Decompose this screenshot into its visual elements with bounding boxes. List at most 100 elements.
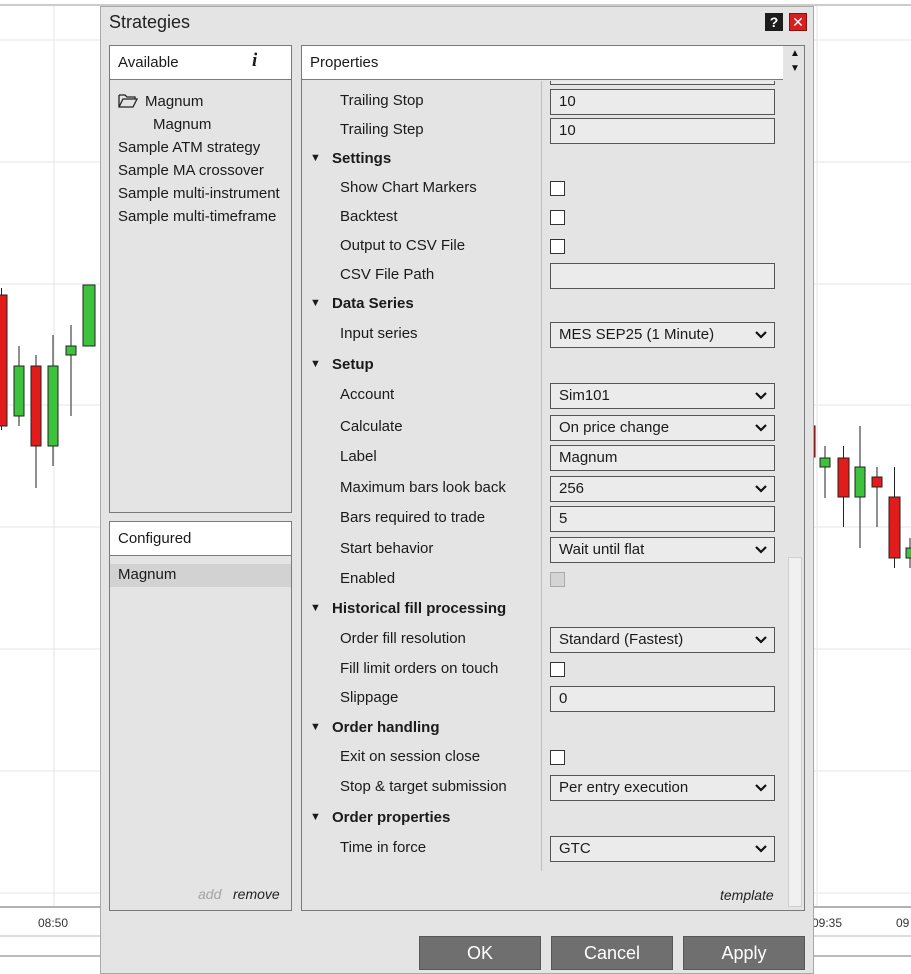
template-link[interactable]: template — [720, 887, 774, 903]
expand-arrow-icon[interactable]: ▼ — [310, 602, 321, 614]
chevron-down-icon[interactable] — [754, 539, 768, 561]
properties-scrollbar-thumb[interactable] — [788, 557, 802, 907]
category-label: Data Series — [332, 295, 414, 312]
property-label: Exit on session close — [340, 748, 481, 765]
property-label: Backtest — [340, 208, 398, 225]
property-checkbox[interactable] — [550, 210, 565, 225]
property-label: Maximum bars look back — [340, 479, 506, 496]
property-checkbox[interactable] — [550, 662, 565, 677]
property-text-input[interactable]: Magnum — [550, 445, 775, 471]
property-dropdown[interactable]: On price change — [550, 415, 775, 441]
property-checkbox[interactable] — [550, 750, 565, 765]
property-label: Enabled — [340, 570, 396, 587]
close-icon[interactable]: ✕ — [789, 13, 807, 31]
available-item-sample-multi-instrument[interactable]: Sample multi-instrument — [118, 185, 280, 202]
property-label: Time in force — [340, 839, 427, 856]
property-grid: Trailing Stop 10 Trailing Step 10 ▼ Settings S… — [302, 81, 783, 871]
help-icon[interactable]: ? — [765, 13, 783, 31]
category-row[interactable]: ▼ Data Series — [302, 290, 783, 320]
property-label: Trailing Stop — [340, 92, 424, 109]
available-header-label: Available — [118, 54, 179, 71]
configured-header: Configured — [110, 522, 291, 556]
property-checkbox[interactable] — [550, 239, 565, 254]
category-label: Order properties — [332, 809, 451, 826]
property-value: 10 — [559, 122, 576, 139]
scroll-down-icon[interactable]: ▼ — [785, 61, 805, 76]
property-text-input[interactable] — [550, 263, 775, 289]
property-text-input[interactable]: 10 — [550, 118, 775, 144]
property-row: Show Chart Markers — [302, 174, 783, 204]
property-row: Exit on session close — [302, 743, 783, 773]
chevron-down-icon[interactable] — [754, 324, 768, 346]
info-icon[interactable]: i — [252, 50, 257, 72]
expand-arrow-icon[interactable]: ▼ — [310, 811, 321, 823]
property-dropdown[interactable]: Standard (Fastest) — [550, 627, 775, 653]
folder-icon[interactable] — [118, 93, 138, 109]
available-item-magnum[interactable]: Magnum — [153, 116, 211, 133]
apply-button[interactable]: Apply — [683, 936, 805, 970]
remove-link[interactable]: remove — [233, 886, 280, 902]
property-value: MES SEP25 (1 Minute) — [559, 326, 715, 343]
property-dropdown[interactable]: MES SEP25 (1 Minute) — [550, 322, 775, 348]
property-row: Start behavior Wait until flat — [302, 535, 783, 565]
property-dropdown[interactable]: GTC — [550, 836, 775, 862]
chevron-down-icon[interactable] — [754, 629, 768, 651]
scroll-up-icon[interactable]: ▲ — [785, 46, 805, 61]
property-field-cutoff[interactable] — [550, 81, 775, 85]
property-row: Time in force GTC — [302, 834, 783, 864]
ok-button[interactable]: OK — [419, 936, 541, 970]
property-value: Standard (Fastest) — [559, 631, 684, 648]
property-dropdown[interactable]: 256 — [550, 476, 775, 502]
available-panel: Available i Magnum Magnum Sample ATM str… — [109, 45, 292, 513]
category-row[interactable]: ▼ Historical fill processing — [302, 595, 783, 625]
chevron-down-icon[interactable] — [754, 777, 768, 799]
category-row[interactable]: ▼ Order handling — [302, 714, 783, 744]
available-item-sample-ma[interactable]: Sample MA crossover — [118, 162, 264, 179]
expand-arrow-icon[interactable]: ▼ — [310, 358, 321, 370]
property-row: Bars required to trade 5 — [302, 504, 783, 534]
time-label-0850: 08:50 — [38, 916, 69, 930]
property-row: CSV File Path — [302, 261, 783, 291]
property-text-input[interactable]: 5 — [550, 506, 775, 532]
property-value: Wait until flat — [559, 541, 645, 558]
configured-item-label: Magnum — [118, 566, 177, 583]
property-dropdown[interactable]: Per entry execution — [550, 775, 775, 801]
chevron-down-icon[interactable] — [754, 385, 768, 407]
property-label: Slippage — [340, 689, 399, 706]
configured-item-magnum[interactable]: Magnum — [110, 564, 291, 587]
property-row: Trailing Step 10 — [302, 116, 783, 146]
properties-scroll-arrows[interactable]: ▲ ▼ — [785, 46, 805, 80]
available-item-sample-multi-timeframe[interactable]: Sample multi-timeframe — [118, 208, 276, 225]
property-row: Trailing Stop 10 — [302, 87, 783, 117]
category-row[interactable]: ▼ Order properties — [302, 804, 783, 834]
property-value: Magnum — [559, 449, 618, 466]
category-row[interactable]: ▼ Settings — [302, 145, 783, 175]
add-link[interactable]: add — [198, 886, 221, 902]
expand-arrow-icon[interactable]: ▼ — [310, 721, 321, 733]
property-label: Output to CSV File — [340, 237, 466, 254]
property-label: Trailing Step — [340, 121, 424, 138]
available-header: Available i — [110, 46, 291, 80]
expand-arrow-icon[interactable]: ▼ — [310, 297, 321, 309]
property-text-input[interactable]: 10 — [550, 89, 775, 115]
property-checkbox[interactable] — [550, 181, 565, 196]
chevron-down-icon[interactable] — [754, 478, 768, 500]
properties-scrollbar[interactable] — [787, 81, 803, 907]
property-label: CSV File Path — [340, 266, 435, 283]
chevron-down-icon[interactable] — [754, 838, 768, 860]
property-dropdown[interactable]: Sim101 — [550, 383, 775, 409]
available-folder-magnum[interactable]: Magnum — [145, 93, 203, 110]
property-text-input[interactable]: 0 — [550, 686, 775, 712]
property-value: 256 — [559, 480, 585, 497]
title-bar[interactable]: Strategies ? ✕ — [101, 7, 813, 37]
property-dropdown[interactable]: Wait until flat — [550, 537, 775, 563]
cancel-button[interactable]: Cancel — [551, 936, 673, 970]
expand-arrow-icon[interactable]: ▼ — [310, 152, 321, 164]
category-row[interactable]: ▼ Setup — [302, 351, 783, 381]
chevron-down-icon[interactable] — [754, 417, 768, 439]
property-row: Maximum bars look back 256 — [302, 474, 783, 504]
available-item-sample-atm[interactable]: Sample ATM strategy — [118, 139, 260, 156]
category-label: Setup — [332, 356, 374, 373]
category-label: Historical fill processing — [332, 600, 507, 617]
property-row: Enabled — [302, 565, 783, 595]
